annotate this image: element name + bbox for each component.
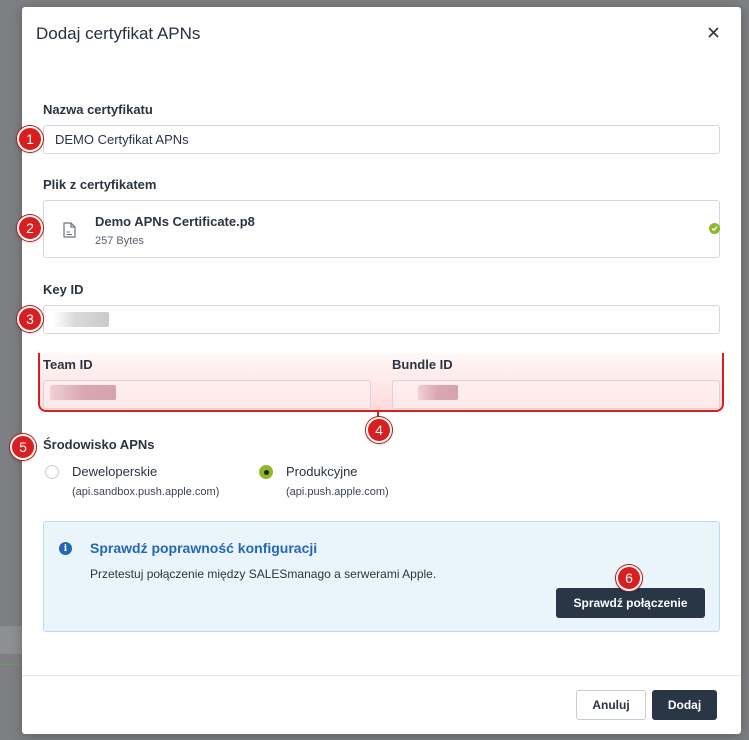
background-strip xyxy=(0,626,22,654)
info-icon: i xyxy=(59,542,72,555)
environment-label: Środowisko APNs xyxy=(43,437,155,452)
add-certificate-modal: Dodaj certyfikat APNs Nazwa certyfikatu … xyxy=(10,7,741,734)
footer-divider xyxy=(22,675,741,676)
file-size: 257 Bytes xyxy=(95,235,144,247)
annotation-badge-6: 6 xyxy=(616,565,642,591)
submit-button[interactable]: Dodaj xyxy=(652,690,717,720)
bundle-id-label: Bundle ID xyxy=(392,357,453,372)
cert-file-label: Plik z certyfikatem xyxy=(43,177,157,192)
modal-title: Dodaj certyfikat APNs xyxy=(36,24,201,43)
cert-name-input[interactable]: DEMO Certyfikat APNs xyxy=(43,125,720,154)
redacted-team-id xyxy=(50,385,116,400)
check-circle-icon xyxy=(709,223,720,234)
redacted-key-id xyxy=(53,312,109,327)
radio-developer-label[interactable]: Deweloperskie xyxy=(72,464,157,479)
annotation-badge-3: 3 xyxy=(17,306,43,332)
file-icon xyxy=(63,222,76,238)
radio-production-host: (api.push.apple.com) xyxy=(286,486,389,498)
radio-developer-host: (api.sandbox.push.apple.com) xyxy=(72,486,220,498)
background-line xyxy=(0,664,22,665)
team-id-label: Team ID xyxy=(43,357,93,372)
cancel-button[interactable]: Anuluj xyxy=(576,690,646,720)
radio-production[interactable] xyxy=(259,465,273,479)
test-connection-button[interactable]: Sprawdź połączenie xyxy=(556,588,705,618)
annotation-badge-5: 5 xyxy=(10,434,36,460)
cert-name-label: Nazwa certyfikatu xyxy=(43,102,153,117)
radio-production-label[interactable]: Produkcyjne xyxy=(286,464,358,479)
config-check-description: Przetestuj połączenie między SALESmanago… xyxy=(90,567,437,581)
close-button[interactable] xyxy=(702,21,724,43)
annotation-badge-1: 1 xyxy=(17,126,43,152)
file-name: Demo APNs Certificate.p8 xyxy=(95,214,255,229)
key-id-input[interactable] xyxy=(43,305,720,334)
cert-file-box[interactable]: Demo APNs Certificate.p8 257 Bytes xyxy=(43,200,720,258)
annotation-badge-4: 4 xyxy=(366,417,392,443)
key-id-label: Key ID xyxy=(43,282,84,297)
config-check-title: Sprawdź poprawność konfiguracji xyxy=(90,540,318,556)
radio-developer[interactable] xyxy=(45,465,59,479)
redacted-bundle-id xyxy=(418,385,458,400)
annotation-badge-2: 2 xyxy=(17,215,43,241)
close-icon xyxy=(707,26,719,38)
